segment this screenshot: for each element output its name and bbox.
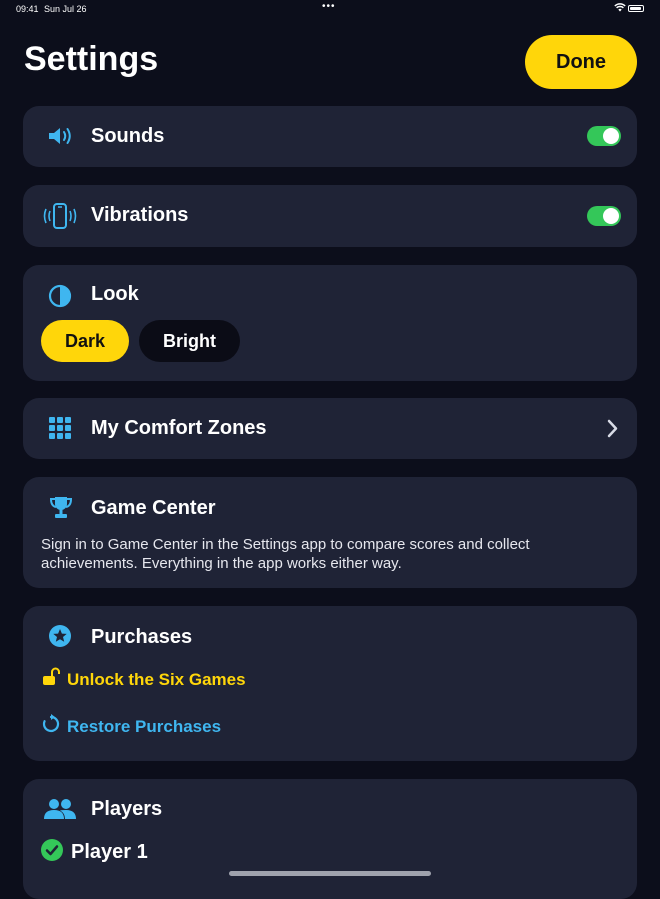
look-option-bright[interactable]: Bright — [139, 320, 240, 362]
status-date: Sun Jul 26 — [44, 4, 87, 14]
phone-vibrate-icon — [41, 202, 79, 235]
player-row[interactable]: Player 1 — [41, 839, 148, 866]
star-badge-icon — [48, 624, 72, 653]
unlock-label: Unlock the Six Games — [67, 669, 246, 689]
players-card: Players Player 1 — [23, 779, 637, 899]
restore-icon — [41, 714, 61, 739]
look-label: Look — [91, 283, 139, 305]
look-option-dark[interactable]: Dark — [41, 320, 129, 362]
page-title: Settings — [24, 40, 159, 78]
sounds-toggle[interactable] — [587, 126, 621, 146]
player-name: Player 1 — [71, 841, 148, 863]
game-center-card: Game Center Sign in to Game Center in th… — [23, 477, 637, 588]
people-icon — [44, 797, 76, 826]
sounds-row: Sounds — [23, 106, 637, 167]
chevron-right-icon — [607, 419, 619, 443]
contrast-icon — [48, 284, 72, 313]
game-center-description: Sign in to Game Center in the Settings a… — [41, 536, 530, 572]
restore-purchases-button[interactable]: Restore Purchases — [41, 714, 221, 739]
vibrations-row: Vibrations — [23, 185, 637, 247]
look-card: Look Dark Bright — [23, 265, 637, 381]
grid-icon — [49, 417, 71, 444]
comfort-zones-label: My Comfort Zones — [91, 417, 267, 439]
vibrations-label: Vibrations — [91, 204, 189, 226]
done-button[interactable]: Done — [525, 35, 637, 89]
status-time: 09:41 — [16, 4, 39, 14]
vibrations-toggle[interactable] — [587, 206, 621, 226]
purchases-card: Purchases Unlock the Six Games Restore P… — [23, 606, 637, 761]
comfort-zones-row[interactable]: My Comfort Zones — [23, 398, 637, 459]
restore-label: Restore Purchases — [67, 716, 222, 736]
battery-icon — [628, 5, 644, 12]
multitasking-dots[interactable]: ••• — [322, 1, 336, 12]
sounds-label: Sounds — [91, 125, 165, 147]
checkmark-circle-icon — [41, 839, 63, 866]
players-label: Players — [91, 798, 163, 820]
purchases-label: Purchases — [91, 626, 193, 648]
unlock-icon — [41, 667, 61, 692]
game-center-label: Game Center — [91, 497, 216, 519]
wifi-icon — [614, 3, 626, 14]
speaker-icon — [47, 125, 75, 152]
status-bar: 09:41 Sun Jul 26 ••• — [0, 0, 660, 18]
trophy-icon — [49, 496, 73, 525]
unlock-six-games-button[interactable]: Unlock the Six Games — [41, 667, 246, 692]
home-indicator — [229, 871, 431, 876]
